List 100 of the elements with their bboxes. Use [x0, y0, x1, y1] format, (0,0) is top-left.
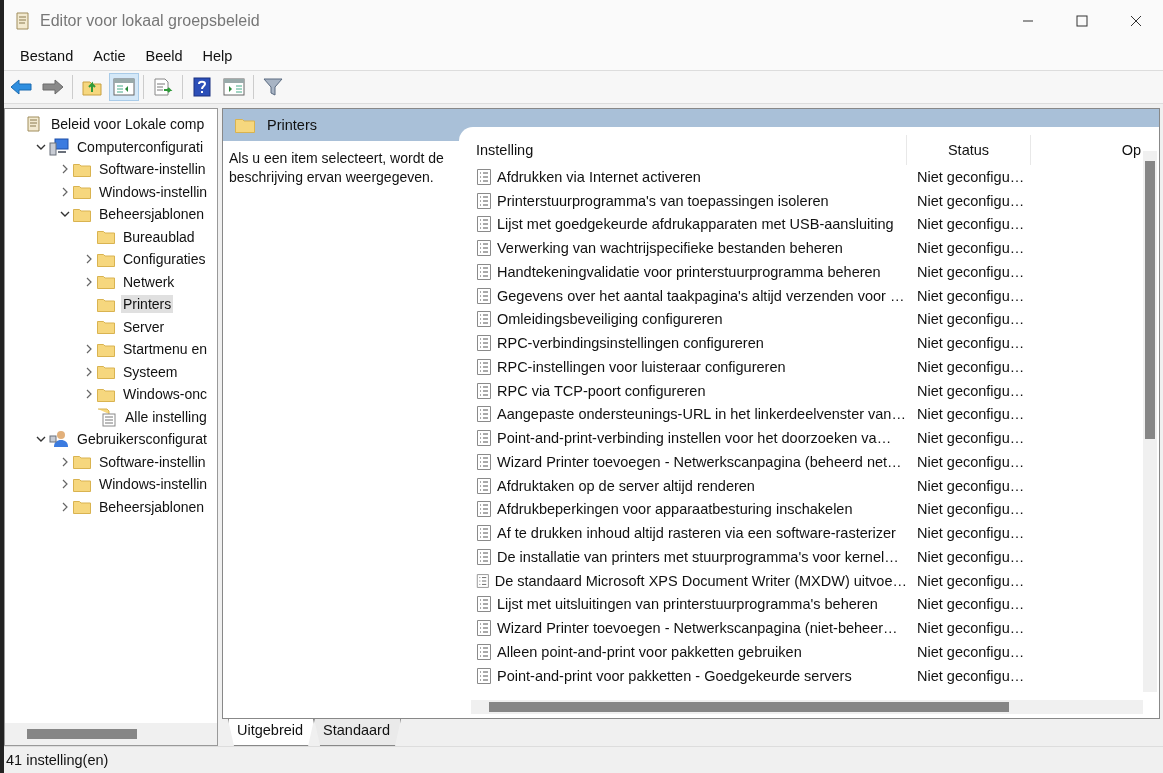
setting-name[interactable]: Gegevens over het aantal taakpagina's altijd verzenden voor … — [497, 287, 905, 304]
setting-name[interactable]: De standaard Microsoft XPS Document Writer (MXDW) uitvoe… — [494, 572, 907, 589]
setting-name[interactable]: Omleidingsbeveiliging configureren — [497, 311, 723, 328]
scrollbar-thumb[interactable] — [1145, 161, 1155, 439]
column-header[interactable]: Op — [1031, 135, 1143, 165]
tree-item[interactable]: Windows-onc — [121, 385, 210, 404]
expand-chevron-icon[interactable] — [60, 456, 70, 467]
setting-icon — [476, 547, 492, 566]
folder-icon — [235, 117, 255, 133]
setting-name[interactable]: Verwerking van wachtrijspecifieke bestanden beheren — [497, 240, 843, 257]
setting-icon — [476, 500, 492, 519]
status-cell-text: Niet geconfigu… — [916, 525, 1026, 542]
back-arrow-icon — [10, 78, 32, 96]
setting-icon — [476, 405, 492, 424]
setting-icon — [476, 619, 492, 638]
setting-icon — [476, 571, 490, 590]
tree-item[interactable]: Systeem — [121, 362, 180, 381]
status-cell-text: Niet geconfigu… — [916, 572, 1026, 589]
tree-item[interactable]: Server — [121, 317, 167, 336]
status-cell-text: Niet geconfigu… — [916, 358, 1026, 375]
setting-name[interactable]: RPC via TCP-poort configureren — [497, 382, 706, 399]
view-tab[interactable]: Standaard — [314, 719, 401, 746]
tree-item[interactable]: Beheersjablonen — [97, 205, 207, 224]
tree-item[interactable]: Windows-instellin — [97, 475, 210, 494]
expand-chevron-icon[interactable] — [84, 366, 94, 377]
status-cell-text: Niet geconfigu… — [916, 548, 1026, 565]
status-cell-text: Niet geconfigu… — [916, 643, 1026, 660]
status-cell-text: Niet geconfigu… — [916, 430, 1026, 447]
setting-name[interactable]: Lijst met goedgekeurde afdrukapparaten met USB-aansluiting — [497, 216, 894, 233]
setting-name[interactable]: Wizard Printer toevoegen - Netwerkscanpagina (niet-beheer… — [497, 620, 898, 637]
tree-item[interactable]: Printers — [121, 295, 174, 314]
scrollbar-thumb[interactable] — [27, 729, 137, 739]
column-header[interactable]: Status — [907, 135, 1031, 165]
scrollbar-thumb[interactable] — [489, 702, 1009, 712]
folder-icon — [97, 341, 115, 357]
setting-name[interactable]: Afdrukbeperkingen voor apparaatbesturing inschakelen — [497, 501, 853, 518]
status-cell-text: Niet geconfigu… — [916, 382, 1026, 399]
menu-item[interactable]: Beeld — [135, 48, 193, 64]
setting-name[interactable]: Af te drukken inhoud altijd rasteren via een software-rasterizer — [497, 525, 896, 542]
folder-icon — [73, 454, 91, 470]
expand-chevron-icon[interactable] — [60, 501, 70, 512]
tree-item[interactable]: Computerconfigurati — [75, 137, 206, 156]
tree-item[interactable]: Netwerk — [121, 272, 177, 291]
setting-icon — [476, 191, 492, 210]
expand-chevron-icon[interactable] — [84, 344, 94, 355]
action-pane-icon — [223, 78, 245, 96]
tree-item[interactable]: Gebruikersconfigurat — [75, 430, 209, 449]
folder-icon — [97, 319, 115, 335]
expand-chevron-icon[interactable] — [84, 389, 94, 400]
setting-icon — [476, 286, 492, 305]
maximize-icon — [1076, 15, 1088, 27]
tree-item[interactable]: Windows-instellin — [97, 182, 210, 201]
folder-icon — [73, 161, 91, 177]
setting-icon — [476, 595, 492, 614]
menu-item[interactable]: Bestand — [10, 48, 84, 64]
tree-item[interactable]: Startmenu en — [121, 340, 210, 359]
status-cell-text: Niet geconfigu… — [916, 620, 1026, 637]
setting-name[interactable]: Handtekeningvalidatie voor printerstuurprogramma beheren — [497, 263, 881, 280]
forward-arrow-icon — [42, 78, 64, 96]
setting-name[interactable]: Alleen point-and-print voor pakketten gebruiken — [497, 643, 802, 660]
folder-icon — [97, 364, 115, 380]
expand-chevron-icon[interactable] — [60, 164, 70, 175]
panel-title: Printers — [267, 117, 317, 133]
tree-item[interactable]: Beleid voor Lokale comp — [49, 115, 207, 134]
setting-name[interactable]: Afdruktaken op de server altijd renderen — [497, 477, 755, 494]
column-header[interactable]: Instelling — [471, 135, 907, 165]
setting-name[interactable]: Aangepaste ondersteunings-URL in het linkerdeelvenster van… — [497, 406, 906, 423]
setting-name[interactable]: Wizard Printer toevoegen - Netwerkscanpagina (beheerd net… — [497, 453, 902, 470]
setting-icon — [476, 524, 492, 543]
status-cell-text: Niet geconfigu… — [916, 406, 1026, 423]
tree-item[interactable]: Bureaublad — [121, 227, 197, 246]
menu-item[interactable]: Actie — [83, 48, 136, 64]
scroll-icon — [25, 115, 43, 134]
setting-name[interactable]: Lijst met uitsluitingen van printerstuurprogramma's beheren — [497, 596, 878, 613]
setting-name[interactable]: Point-and-print-verbinding instellen voor het doorzoeken va… — [497, 430, 892, 447]
expand-chevron-icon[interactable] — [60, 186, 70, 197]
folder-icon — [73, 184, 91, 200]
setting-name[interactable]: RPC-verbindingsinstellingen configureren — [497, 335, 764, 352]
setting-name[interactable]: De installatie van printers met stuurprogramma's voor kernel… — [497, 548, 899, 565]
tree-item[interactable]: Alle instelling — [123, 407, 209, 426]
menu-item[interactable]: Help — [192, 48, 243, 64]
tree-item[interactable]: Beheersjablonen — [97, 497, 207, 516]
expand-chevron-icon[interactable] — [84, 254, 94, 265]
help-icon — [193, 77, 211, 97]
setting-icon — [476, 429, 492, 448]
tree-item[interactable]: Software-instellin — [97, 452, 208, 471]
tree-item[interactable]: Configuraties — [121, 250, 208, 269]
expand-chevron-icon[interactable] — [60, 479, 70, 490]
tree-item[interactable]: Software-instellin — [97, 160, 208, 179]
setting-name[interactable]: Point-and-print voor pakketten - Goedgekeurde servers — [497, 667, 852, 684]
expand-chevron-icon[interactable] — [84, 276, 94, 287]
view-tab[interactable]: Uitgebreid — [228, 719, 315, 746]
setting-name[interactable]: Printerstuurprogramma's van toepassingen isoleren — [497, 192, 829, 209]
settings-list-icon — [97, 406, 117, 427]
setting-icon — [476, 381, 492, 400]
close-icon — [1130, 15, 1142, 27]
status-cell-text: Niet geconfigu… — [916, 335, 1026, 352]
setting-name[interactable]: Afdrukken via Internet activeren — [497, 168, 701, 185]
setting-name[interactable]: RPC-instellingen voor luisteraar configureren — [497, 358, 786, 375]
scroll-icon — [14, 11, 32, 31]
